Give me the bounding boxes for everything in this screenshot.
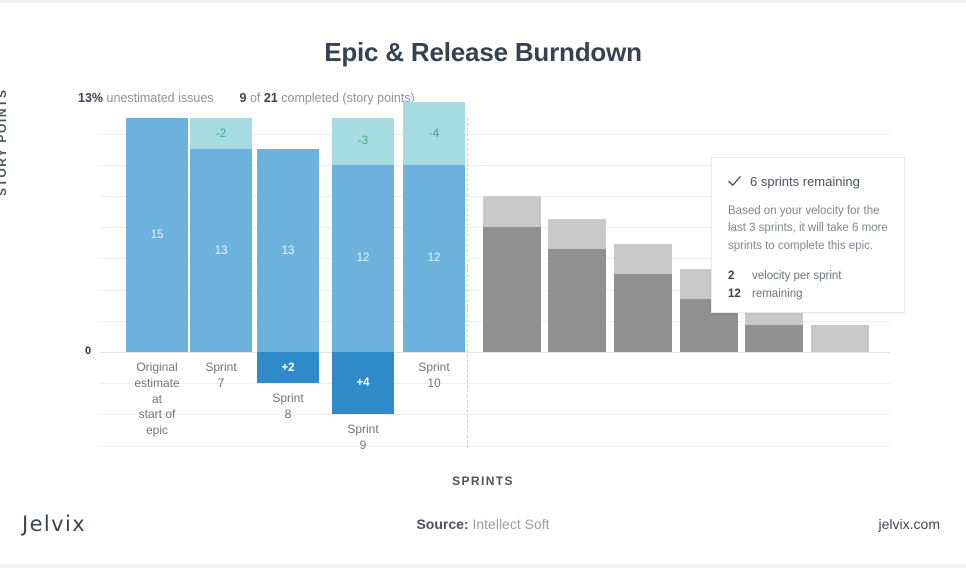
- page-title: Epic & Release Burndown: [324, 37, 642, 67]
- source-credit: Source: Intellect Soft: [0, 516, 966, 532]
- metric-value: 12: [728, 287, 741, 300]
- metric-label: remaining: [752, 287, 803, 300]
- forecast-segment-projected: [614, 244, 672, 274]
- forecast-segment-remaining: [745, 325, 803, 352]
- forecast-segment-projected: [811, 325, 869, 352]
- y-axis-zero-tick: 0: [85, 345, 92, 357]
- stat-completed-total: 21: [263, 91, 278, 105]
- bar-segment-remaining: 12: [332, 164, 394, 352]
- info-card-metric: 2 velocity per sprint: [728, 268, 888, 285]
- stat-unestimated-label: unestimated issues: [106, 91, 214, 105]
- bar-segment-added: +4: [332, 352, 394, 415]
- forecast-segment-projected: [483, 196, 541, 228]
- bottom-divider: [0, 564, 966, 568]
- info-card-heading: 6 sprints remaining: [750, 174, 860, 189]
- forecast-segment-remaining: [548, 249, 606, 352]
- bar-segment-remaining: 13: [190, 149, 252, 352]
- bar-2[interactable]: -2 13 Sprint 7: [190, 118, 252, 448]
- forecast-info-card: 6 sprints remaining Based on your veloci…: [711, 157, 905, 313]
- bar-segment-completed: -2: [190, 118, 252, 150]
- bar-category-label: Sprint 7: [205, 360, 237, 390]
- bar-5[interactable]: -4 12 Sprint 10: [403, 102, 465, 448]
- bar-segment-completed: -4: [403, 102, 465, 165]
- bar-segment-remaining: 13: [257, 149, 319, 352]
- bar-category-label: Original estimate at start of epic: [134, 360, 180, 438]
- info-card-metric: 12 remaining: [728, 286, 888, 303]
- source-name: Intellect Soft: [472, 516, 550, 532]
- stat-completed-of: of: [249, 91, 261, 105]
- stat-completed-value: 9: [239, 91, 247, 105]
- page-footer: Jelvix Source: Intellect Soft jelvix.com: [0, 512, 966, 552]
- summary-stats: 13% unestimated issues 9 of 21 completed…: [78, 91, 415, 105]
- x-axis-title: SPRINTS: [452, 474, 514, 488]
- bar-segment-remaining: 15: [126, 118, 188, 352]
- bar-3[interactable]: 13 +2 Sprint 8: [257, 118, 319, 448]
- stat-unestimated-value: 13%: [78, 91, 104, 105]
- check-icon: [728, 176, 741, 186]
- bar-4[interactable]: -3 12 +4 Sprint 9: [332, 118, 394, 452]
- forecast-bar-2[interactable]: [548, 118, 606, 448]
- bar-segment-remaining: 12: [403, 164, 465, 352]
- bar-category-label: Sprint 10: [418, 360, 450, 390]
- forecast-segment-remaining: [483, 227, 541, 352]
- bar-1[interactable]: 15 Original estimate at start of epic: [126, 118, 188, 448]
- website-url: jelvix.com: [878, 516, 940, 532]
- stat-completed: 9 of 21 completed (story points): [240, 91, 415, 105]
- bar-category-label: Sprint 8: [272, 391, 304, 422]
- stat-completed-label: completed (story points): [281, 91, 415, 105]
- forecast-segment-remaining: [614, 274, 672, 352]
- bar-category-label: Sprint 9: [347, 422, 379, 453]
- stat-unestimated: 13% unestimated issues: [78, 91, 214, 105]
- forecast-bar-3[interactable]: [614, 118, 672, 448]
- info-card-heading-row: 6 sprints remaining: [728, 174, 888, 189]
- bar-segment-completed: -3: [332, 118, 394, 165]
- forecast-segment-projected: [548, 219, 606, 250]
- metric-value: 2: [728, 270, 735, 283]
- source-label: Source:: [416, 516, 469, 532]
- forecast-divider: [467, 118, 468, 448]
- info-card-metrics: 2 velocity per sprint 12 remaining: [728, 268, 888, 303]
- y-axis-title: STORY POINTS: [0, 88, 9, 196]
- top-divider: [0, 0, 966, 3]
- bar-segment-added: +2: [257, 352, 319, 384]
- metric-label: velocity per sprint: [752, 270, 842, 283]
- info-card-body: Based on your velocity for the last 3 sp…: [728, 205, 888, 252]
- forecast-bar-1[interactable]: [483, 118, 541, 448]
